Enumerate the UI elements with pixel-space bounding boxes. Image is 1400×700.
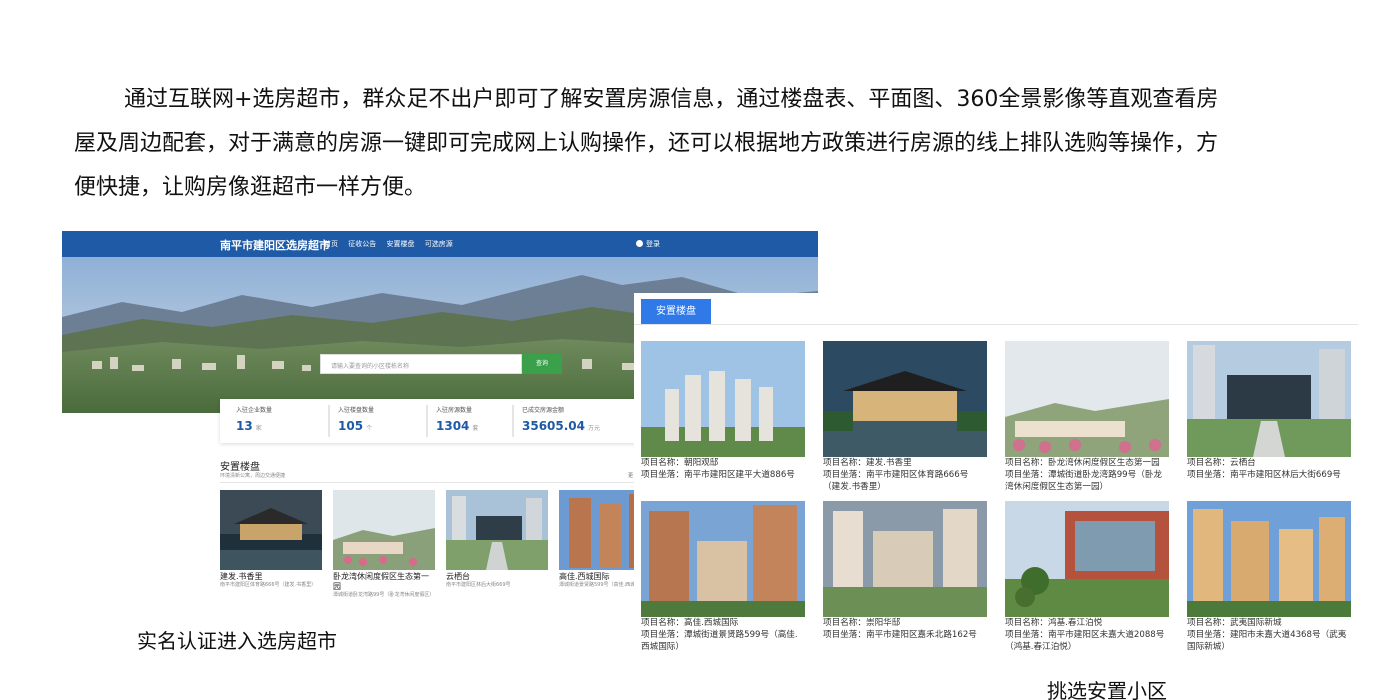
project-card[interactable]: 项目名称：建发.书香里 项目坐落：南平市建阳区体育路666号 （建发.书香里） <box>823 341 987 493</box>
divider <box>220 482 640 483</box>
intro-line-2: 屋及周边配套，对于满意的房源一键即可完成网上认购操作，还可以根据地方政策进行房源… <box>74 131 1219 156</box>
project-card[interactable]: 项目名称：卧龙湾休闲度假区生态第一园 项目坐落：潭城街道卧龙湾路99号（卧龙 湾… <box>1005 341 1169 493</box>
project-photo <box>823 341 987 457</box>
project-card[interactable]: 项目名称：武夷国际新城 项目坐落：建阳市未嘉大道4368号（武夷 国际新城） <box>1187 501 1351 653</box>
nav-home[interactable]: 首页 <box>324 240 338 248</box>
search-button[interactable]: 查询 <box>522 354 562 374</box>
intro-line-3: 便快捷，让购房像逛超市一样方便。 <box>74 175 427 200</box>
nav-links: 首页 征收公告 安置楼盘 可选房源 <box>324 239 461 249</box>
project-photo <box>446 490 548 570</box>
project-card[interactable]: 云栖台 南平市建阳区林后大街669号 <box>446 490 548 589</box>
project-name: 云栖台 <box>446 572 470 581</box>
project-address: 南平市建阳区体育路666号（建发.书香里） <box>220 582 317 588</box>
tab-divider <box>634 324 1358 325</box>
project-card[interactable]: 项目名称：崇阳华邸 项目坐落：南平市建阳区嘉禾北路162号 <box>823 501 987 642</box>
project-name: 项目名称：崇阳华邸 <box>823 618 901 628</box>
project-address-cont: 湾休闲度假区生态第一园） <box>1005 482 1109 492</box>
project-name: 项目名称：武夷国际新城 <box>1187 618 1282 628</box>
user-icon <box>636 240 643 247</box>
nav-available-homes[interactable]: 可选房源 <box>425 240 453 248</box>
project-list-screenshot: 安置楼盘 项目名称：朝阳观邸 项目坐落：南平市建阳区建平大道886号 项目名称：… <box>634 293 1358 665</box>
project-card[interactable]: 项目名称：鸿基.春江泊悦 项目坐落：南平市建阳区未嘉大道2088号 （鸿基.春江… <box>1005 501 1169 653</box>
caption-login: 实名认证进入选房超市 <box>137 629 337 653</box>
project-name: 项目名称：云栖台 <box>1187 458 1256 468</box>
project-address: 项目坐落：南平市建阳区体育路666号 <box>823 470 969 480</box>
project-address: 项目坐落：潭城街道景贤路599号（高佳. <box>641 630 798 640</box>
project-address: 项目坐落：南平市建阳区嘉禾北路162号 <box>823 630 977 640</box>
project-photo <box>641 501 805 617</box>
project-address-cont: （建发.书香里） <box>823 482 886 492</box>
stat-homes: 入驻房源数量 1304 套 <box>426 405 521 437</box>
project-card[interactable]: 项目名称：朝阳观邸 项目坐落：南平市建阳区建平大道886号 <box>641 341 805 482</box>
stat-deal-amount: 已成交房源金额 35605.04 万元 <box>512 405 607 437</box>
project-card[interactable]: 项目名称：高佳.西城国际 项目坐落：潭城街道景贤路599号（高佳. 西城国际） <box>641 501 805 653</box>
project-address-cont: 西城国际） <box>641 642 684 652</box>
project-address: 南平市建阳区林后大街669号 <box>446 582 511 588</box>
search-input[interactable]: 请输入要查询的小区楼栋名称 <box>320 354 522 374</box>
project-photo <box>823 501 987 617</box>
tab-resettlement-projects[interactable]: 安置楼盘 <box>641 299 711 324</box>
project-address: 项目坐落：南平市建阳区建平大道886号 <box>641 470 795 480</box>
project-name: 建发.书香里 <box>220 572 263 581</box>
project-photo <box>641 341 805 457</box>
project-photo <box>220 490 322 570</box>
project-photo <box>1005 501 1169 617</box>
stats-panel: 入驻企业数量 13 家 入驻楼盘数量 105 个 入驻房源数量 1304 套 已成交房… <box>220 399 640 443</box>
login-label: 登录 <box>646 240 660 248</box>
project-name: 项目名称：卧龙湾休闲度假区生态第一园 <box>1005 458 1160 468</box>
stat-projects: 入驻楼盘数量 105 个 <box>328 405 423 437</box>
project-photo <box>1005 341 1169 457</box>
project-address-cont: （鸿基.春江泊悦） <box>1005 642 1077 652</box>
nav-resettlement-projects[interactable]: 安置楼盘 <box>386 240 414 248</box>
more-link[interactable]: 更 <box>628 472 633 479</box>
project-card[interactable]: 卧龙湾休闲度假区生态第一园 潭城街道卧龙湾路99号（卧龙湾休闲度假区） <box>333 490 435 599</box>
project-name: 项目名称：鸿基.春江泊悦 <box>1005 618 1103 628</box>
nav-announcements[interactable]: 征收公告 <box>348 240 376 248</box>
project-photo <box>1187 501 1351 617</box>
section-title: 安置楼盘 <box>220 462 260 473</box>
project-name: 项目名称：朝阳观邸 <box>641 458 719 468</box>
project-address: 项目坐落：南平市建阳区未嘉大道2088号 <box>1005 630 1165 640</box>
project-address-cont: 国际新城） <box>1187 642 1230 652</box>
project-card[interactable]: 项目名称：云栖台 项目坐落：南平市建阳区林后大街669号 <box>1187 341 1351 482</box>
section-subtitle: 环境清新公寓，周边交通便捷 <box>220 473 286 479</box>
project-address: 潭城街道卧龙湾路99号（卧龙湾休闲度假区） <box>333 592 435 598</box>
project-address: 项目坐落：潭城街道卧龙湾路99号（卧龙 <box>1005 470 1163 480</box>
project-card[interactable]: 建发.书香里 南平市建阳区体育路666号（建发.书香里） <box>220 490 322 589</box>
project-photo <box>1187 341 1351 457</box>
project-photo <box>333 490 435 570</box>
caption-select: 挑选安置小区 <box>1047 679 1167 700</box>
stat-companies: 入驻企业数量 13 家 <box>236 407 273 433</box>
project-address: 项目坐落：南平市建阳区林后大街669号 <box>1187 470 1341 480</box>
project-name: 项目名称：建发.书香里 <box>823 458 912 468</box>
site-brand[interactable]: 南平市建阳区选房超市 <box>220 237 330 253</box>
top-navbar: 南平市建阳区选房超市 首页 征收公告 安置楼盘 可选房源 登录 <box>62 231 818 257</box>
intro-line-1: 通过互联网+选房超市，群众足不出户即可了解安置房源信息，通过楼盘表、平面图、36… <box>124 87 1219 112</box>
project-address: 项目坐落：建阳市未嘉大道4368号（武夷 <box>1187 630 1347 640</box>
intro-paragraph: 通过互联网+选房超市，群众足不出户即可了解安置房源信息，通过楼盘表、平面图、36… <box>74 78 1314 210</box>
project-name: 卧龙湾休闲度假区生态第一园 <box>333 572 429 591</box>
project-name: 项目名称：高佳.西城国际 <box>641 618 739 628</box>
login-link[interactable]: 登录 <box>636 239 660 249</box>
